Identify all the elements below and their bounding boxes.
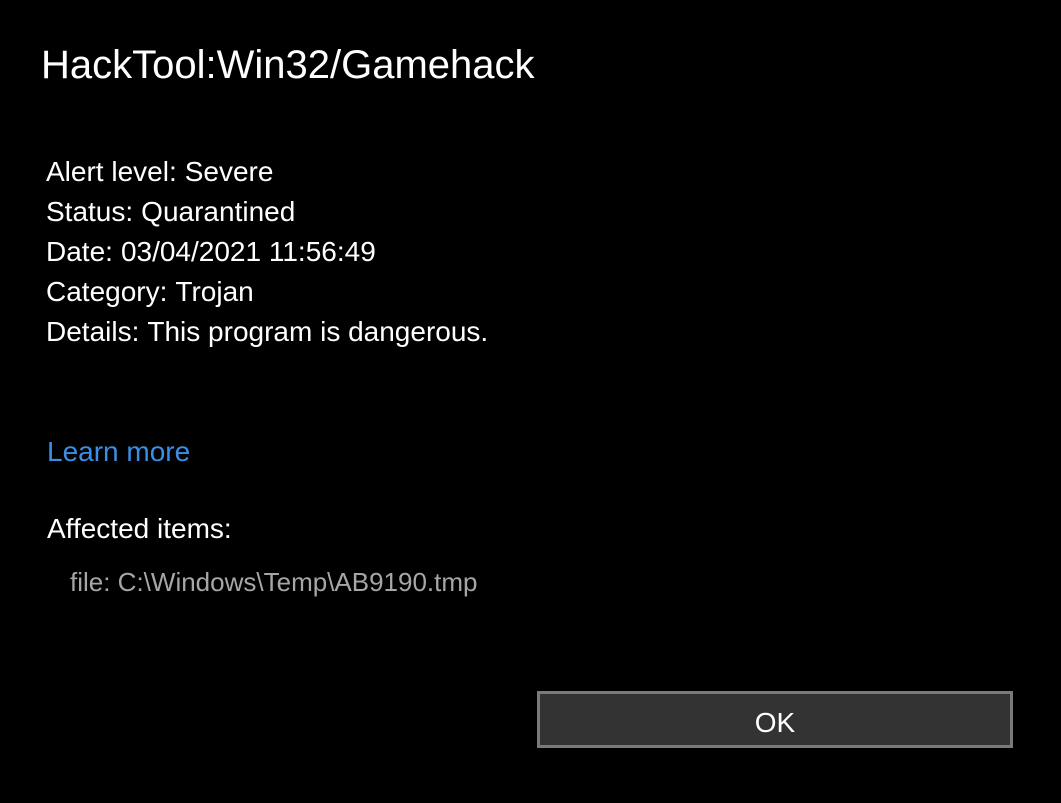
affected-items-heading: Affected items: — [47, 513, 232, 544]
learn-more-link[interactable]: Learn more — [47, 434, 190, 470]
detail-value: Quarantined — [141, 196, 296, 227]
detail-value: 03/04/2021 11:56:49 — [120, 236, 376, 267]
detail-value: Trojan — [175, 276, 254, 307]
detail-label: Category: — [46, 276, 168, 307]
detail-value: This program is dangerous. — [147, 316, 489, 347]
detail-date: Date: 03/04/2021 11:56:49 — [46, 232, 488, 272]
ok-button[interactable]: OK — [537, 691, 1013, 748]
affected-items-list: file: C:\Windows\Temp\AB9190.tmp — [70, 564, 478, 600]
detail-description: Details: This program is dangerous. — [46, 312, 488, 352]
detail-label: Details: — [46, 316, 140, 347]
detail-alert-level: Alert level: Severe — [46, 152, 488, 192]
detail-label: Status: — [46, 196, 134, 227]
threat-details: Alert level: Severe Status: Quarantined Da… — [46, 152, 488, 352]
detail-value: Severe — [184, 156, 274, 187]
detail-category: Category: Trojan — [46, 272, 488, 312]
affected-item: file: C:\Windows\Temp\AB9190.tmp — [70, 567, 478, 597]
detail-label: Date: — [46, 236, 113, 267]
detail-status: Status: Quarantined — [46, 192, 488, 232]
threat-title: HackTool:Win32/Gamehack — [41, 43, 535, 87]
threat-details-dialog: HackTool:Win32/Gamehack Alert level: Seve… — [0, 0, 1061, 803]
detail-label: Alert level: — [46, 156, 177, 187]
